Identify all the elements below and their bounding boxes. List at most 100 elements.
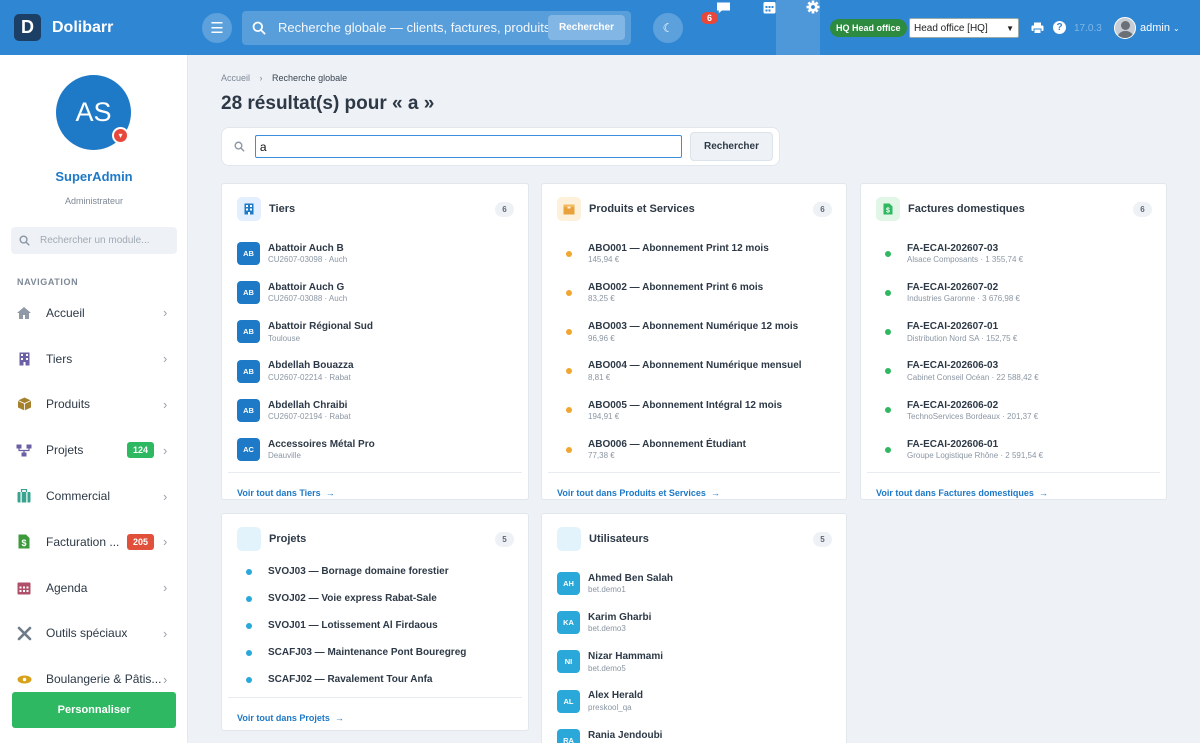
- result-item[interactable]: FA-ECAI-202606-01 Groupe Logistique Rhône…: [876, 430, 1151, 469]
- result-title: Rania Jendoubi: [588, 729, 663, 741]
- breadcrumb-home[interactable]: Accueil: [221, 73, 250, 83]
- result-subtitle: CU2607-03088 · Auch: [268, 294, 348, 304]
- card-count: 5: [813, 532, 832, 547]
- user-avatar[interactable]: [1114, 17, 1136, 39]
- result-item[interactable]: AB Abattoir Auch B CU2607-03098 · Auch: [237, 234, 513, 273]
- result-item[interactable]: SCAFJ02 — Ravalement Tour Anfa: [237, 666, 513, 693]
- result-item[interactable]: FA-ECAI-202606-03 Cabinet Conseil Océan ·…: [876, 352, 1151, 391]
- sidebar-item-accueil[interactable]: Accueil ›: [0, 290, 188, 336]
- see-all-link[interactable]: Voir tout dans Factures domestiques →: [867, 472, 1160, 498]
- result-subtitle: preskool_qa: [588, 702, 632, 712]
- print-button[interactable]: [1031, 22, 1044, 37]
- chevron-down-icon: ⌄: [1173, 24, 1180, 33]
- sidebar-item-produits[interactable]: Produits ›: [0, 382, 188, 428]
- customize-button[interactable]: Personnaliser: [12, 692, 176, 728]
- result-item[interactable]: ABO002 — Abonnement Print 6 mois 83,25 €: [557, 273, 831, 312]
- result-subtitle: CU2607-03098 · Auch: [268, 255, 348, 265]
- result-item[interactable]: AL Alex Herald preskool_qa: [557, 682, 831, 721]
- sidebar-item-tiers[interactable]: Tiers ›: [0, 336, 188, 382]
- result-item[interactable]: ABO005 — Abonnement Intégral 12 mois 194,…: [557, 391, 831, 430]
- result-text: Ahmed Ben Salah bet.demo1: [588, 573, 673, 595]
- result-item[interactable]: FA-ECAI-202606-02 TechnoServices Bordeaux…: [876, 391, 1151, 430]
- eye-icon: [16, 671, 32, 687]
- initials-avatar: AB: [237, 242, 260, 266]
- profile-role: Administrateur: [64, 196, 124, 206]
- result-text: ABO002 — Abonnement Print 6 mois 83,25 €: [588, 282, 763, 304]
- result-item[interactable]: SCAFJ03 — Maintenance Pont Bouregreg: [237, 639, 513, 666]
- result-item[interactable]: FA-ECAI-202607-03 Alsace Composants · 1 3…: [876, 234, 1151, 273]
- result-title: SVOJ02 — Voie express Rabat-Sale: [268, 592, 437, 604]
- help-icon[interactable]: ?: [1053, 21, 1066, 34]
- status-dot: [557, 368, 580, 375]
- invoice-icon: $: [876, 197, 900, 221]
- result-item[interactable]: KA Karim Gharbi bet.demo3: [557, 603, 831, 642]
- result-item[interactable]: ABO001 — Abonnement Print 12 mois 145,94 …: [557, 234, 831, 273]
- sidebar-item-label: Produits: [46, 397, 91, 412]
- status-dot: [237, 676, 260, 683]
- sidebar-item-agenda[interactable]: Agenda ›: [0, 565, 188, 611]
- profile-menu-icon[interactable]: ▾: [112, 127, 129, 144]
- result-item[interactable]: ABO004 — Abonnement Numérique mensuel 8,8…: [557, 352, 831, 391]
- result-item[interactable]: AB Abdellah Chraibi CU2607-02194 · Rabat: [237, 391, 513, 430]
- result-item[interactable]: FA-ECAI-202607-02 Industries Garonne · 3 …: [876, 273, 1151, 312]
- result-subtitle: 8,81 €: [588, 372, 611, 382]
- sidebar-item-commercial[interactable]: Commercial ›: [0, 473, 188, 519]
- status-dot: [876, 250, 899, 257]
- result-subtitle: TechnoServices Bordeaux · 201,37 €: [907, 412, 1039, 421]
- result-item[interactable]: RA Rania Jendoubibet.demo6: [557, 721, 831, 743]
- chevron-right-icon: ›: [163, 305, 168, 321]
- result-item[interactable]: AB Abattoir Régional Sud Toulouse: [237, 312, 513, 351]
- menu-toggle-button[interactable]: ☰: [202, 12, 232, 43]
- see-all-link[interactable]: Voir tout dans Projets →: [228, 697, 522, 723]
- result-item[interactable]: SVOJ02 — Voie express Rabat-Sale: [237, 585, 513, 612]
- arrow-right-icon: →: [334, 713, 344, 723]
- tools-icon: [16, 625, 32, 641]
- result-item[interactable]: AC Accessoires Métal Pro Deauville: [237, 430, 513, 469]
- result-item[interactable]: AB Abdellah Bouazza CU2607-02214 · Rabat: [237, 352, 513, 391]
- settings-button[interactable]: [806, 0, 820, 17]
- result-item[interactable]: SVOJ01 — Lotissement Al Firdaous: [237, 612, 513, 639]
- entity-badge: HQ Head office: [830, 19, 907, 37]
- see-all-link[interactable]: Voir tout dans Produits et Services →: [548, 472, 840, 498]
- messages-button[interactable]: [716, 1, 731, 17]
- entity-select[interactable]: Head office [HQ] ▼: [909, 18, 1019, 38]
- version-label: 17.0.3: [1074, 23, 1102, 34]
- result-item[interactable]: AB Abattoir Auch G CU2607-03088 · Auch: [237, 273, 513, 312]
- brand[interactable]: D Dolibarr: [14, 14, 200, 41]
- result-title: Karim Gharbi: [588, 611, 652, 623]
- user-menu[interactable]: admin ⌄: [1140, 22, 1180, 34]
- calendar-button[interactable]: [763, 0, 776, 17]
- search-query-input[interactable]: a: [254, 135, 682, 158]
- search-form: a Rechercher: [221, 127, 780, 166]
- search-submit-button[interactable]: Rechercher: [689, 132, 773, 161]
- sidebar-item-projets[interactable]: Projets 124 ›: [0, 427, 188, 473]
- module-search[interactable]: Rechercher un module...: [11, 227, 177, 254]
- search-icon: [234, 141, 245, 152]
- result-title: Ahmed Ben Salah: [588, 572, 674, 584]
- dark-mode-toggle[interactable]: ☾: [653, 12, 683, 43]
- card-title: Utilisateurs: [589, 533, 649, 545]
- card-title: Tiers: [269, 203, 296, 215]
- result-item[interactable]: ABO003 — Abonnement Numérique 12 mois 96,…: [557, 312, 831, 351]
- invoice-icon: $: [16, 534, 32, 550]
- profile-name[interactable]: SuperAdmin: [0, 169, 188, 184]
- result-text: Abattoir Auch G CU2607-03088 · Auch: [268, 282, 347, 304]
- sidebar-item-outils-sp-ciaux[interactable]: Outils spéciaux ›: [0, 611, 188, 657]
- result-item[interactable]: NI Nizar Hammami bet.demo5: [557, 642, 831, 681]
- module-search-input[interactable]: Rechercher un module...: [40, 235, 150, 246]
- result-item[interactable]: ABO006 — Abonnement Étudiant 77,38 €: [557, 430, 831, 469]
- result-text: Abdellah Chraibi CU2607-02194 · Rabat: [268, 400, 351, 422]
- sidebar-item-label: Projets: [46, 443, 84, 458]
- status-dot: [237, 622, 260, 629]
- sidebar-item-facturation[interactable]: $ Facturation ... 205 ›: [0, 519, 188, 565]
- result-subtitle: 194,91 €: [588, 412, 620, 421]
- initials-avatar: NI: [557, 650, 580, 674]
- result-item[interactable]: AH Ahmed Ben Salah bet.demo1: [557, 564, 831, 603]
- sidebar-item-label: Outils spéciaux: [46, 626, 128, 641]
- result-text: ABO006 — Abonnement Étudiant 77,38 €: [588, 439, 746, 461]
- result-item[interactable]: FA-ECAI-202607-01 Distribution Nord SA · …: [876, 312, 1151, 351]
- global-search-button[interactable]: Rechercher: [547, 15, 625, 40]
- global-search-input[interactable]: Recherche globale — clients, factures, p…: [278, 20, 548, 35]
- initials-avatar: AB: [237, 281, 260, 305]
- see-all-link[interactable]: Voir tout dans Tiers →: [228, 472, 522, 498]
